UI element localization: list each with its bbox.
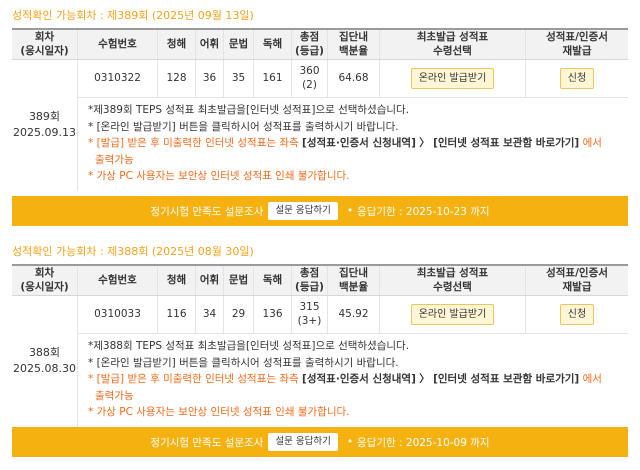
survey-deadline: 응답기한 : 2025-10-09 까지 [357, 436, 490, 449]
survey-bar: 정기시험 만족도 설문조사 설문 응답하기 • 응답기한 : 2025-10-2… [12, 196, 628, 226]
header-percentile: 집단내 백분율 [328, 30, 380, 59]
grammar-score: 29 [224, 296, 254, 333]
table-header-row: 회차 (응시일자) 수험번호 청해 어휘 문법 독해 총점 (등급) 집단내 백분율 … [12, 266, 628, 296]
notice-line: * [발급] 받은 후 미출력한 인터넷 성적표는 좌측 [성적표·인증서 신청… [88, 373, 602, 402]
section-title: 성적확인 가능회차 : 제388회 (2025년 08월 30일) [12, 245, 254, 258]
header-grammar: 문법 [224, 30, 254, 59]
round-date-cell: 389회 2025.09.13 [12, 60, 78, 191]
notice-list: *제388회 TEPS 성적표 최초발급을[인터넷 성적표]으로 선택하셨습니다… [78, 334, 628, 427]
round-number: 389회 [28, 110, 61, 124]
notice-line: *제389회 TEPS 성적표 최초발급을[인터넷 성적표]으로 선택하셨습니다… [88, 104, 410, 116]
issue-cell: 온라인 발급받기 [380, 296, 526, 333]
request-history-link[interactable]: [성적표·인증서 신청내역] [302, 373, 416, 385]
reissue-apply-button[interactable]: 신청 [559, 68, 595, 89]
header-reissue: 성적표/인증서 재발급 [546, 31, 608, 57]
score-table: 회차 (응시일자) 수험번호 청해 어휘 문법 독해 총점 (등급) 집단내 백분율 … [12, 264, 628, 427]
header-listening: 청해 [158, 30, 196, 59]
header-total: 총점 (등급) [292, 30, 328, 59]
header-grammar: 문법 [224, 266, 254, 295]
exam-no-value: 0310033 [78, 296, 158, 333]
total-score: 360 (2) [292, 60, 328, 97]
total-score: 315 (3+) [292, 296, 328, 333]
score-details: 0310033 116 34 29 136 315 (3+) 45.92 온라인 … [78, 296, 628, 427]
header-exam-no: 수험번호 [78, 266, 158, 295]
notice-list: *제389회 TEPS 성적표 최초발급을[인터넷 성적표]으로 선택하셨습니다… [78, 98, 628, 191]
exam-no-value: 0310322 [78, 60, 158, 97]
header-vocab: 어휘 [196, 266, 224, 295]
survey-label: 정기시험 만족도 설문조사 [150, 436, 264, 449]
survey-respond-button[interactable]: 설문 응답하기 [268, 433, 338, 451]
survey-respond-button[interactable]: 설문 응답하기 [268, 202, 338, 220]
notice-line: * 가상 PC 사용자는 보안상 인터넷 성적표 인쇄 불가합니다. [88, 406, 350, 418]
header-issue: 최초발급 성적표 수령선택 [380, 30, 526, 59]
issue-cell: 온라인 발급받기 [380, 60, 526, 97]
vocab-score: 36 [196, 60, 224, 97]
score-table: 회차 (응시일자) 수험번호 청해 어휘 문법 독해 총점 (등급) 집단내 백분율 … [12, 28, 628, 191]
exam-date: 2025.08.30 [13, 362, 76, 376]
reading-score: 136 [254, 296, 292, 333]
header-round: 회차 (응시일자) [12, 266, 78, 295]
score-row: 0310322 128 36 35 161 360 (2) 64.68 온라인 발… [78, 60, 628, 98]
notice-line: * 가상 PC 사용자는 보안상 인터넷 성적표 인쇄 불가합니다. [88, 170, 350, 182]
header-round: 회차 (응시일자) [12, 30, 78, 59]
reissue-apply-button[interactable]: 신청 [559, 304, 595, 325]
header-vocab: 어휘 [196, 30, 224, 59]
header-total: 총점 (등급) [292, 266, 328, 295]
exam-date: 2025.09.13 [13, 126, 76, 140]
listening-score: 128 [158, 60, 196, 97]
survey-bar: 정기시험 만족도 설문조사 설문 응답하기 • 응답기한 : 2025-10-0… [12, 427, 628, 457]
listening-score: 116 [158, 296, 196, 333]
grammar-score: 35 [224, 60, 254, 97]
score-details: 0310322 128 36 35 161 360 (2) 64.68 온라인 발… [78, 60, 628, 191]
table-body: 388회 2025.08.30 0310033 116 34 29 136 31… [12, 296, 628, 427]
percentile-value: 64.68 [328, 60, 380, 97]
header-listening: 청해 [158, 266, 196, 295]
header-issue: 최초발급 성적표 수령선택 [380, 266, 526, 295]
header-reissue: 성적표/인증서 재발급 [546, 267, 608, 293]
round-date-cell: 388회 2025.08.30 [12, 296, 78, 427]
header-reading: 독해 [254, 266, 292, 295]
percentile-value: 45.92 [328, 296, 380, 333]
survey-deadline: 응답기한 : 2025-10-23 까지 [357, 205, 490, 218]
request-history-link[interactable]: [성적표·인증서 신청내역] [302, 137, 416, 149]
reissue-cell: 신청 [526, 296, 628, 333]
section-title: 성적확인 가능회차 : 제389회 (2025년 09월 13일) [12, 9, 254, 22]
vocab-score: 34 [196, 296, 224, 333]
table-body: 389회 2025.09.13 0310322 128 36 35 161 36… [12, 60, 628, 191]
notice-line: * [온라인 발급받기] 버튼을 클릭하시어 성적표를 출력하시기 바랍니다. [88, 356, 399, 369]
notice-line: * [발급] 받은 후 미출력한 인터넷 성적표는 좌측 [성적표·인증서 신청… [88, 137, 602, 166]
notice-line: * [온라인 발급받기] 버튼을 클릭하시어 성적표를 출력하시기 바랍니다. [88, 120, 399, 133]
reading-score: 161 [254, 60, 292, 97]
online-issue-button[interactable]: 온라인 발급받기 [410, 304, 495, 325]
notice-line: *제388회 TEPS 성적표 최초발급을[인터넷 성적표]으로 선택하셨습니다… [88, 340, 410, 352]
round-number: 388회 [28, 346, 61, 360]
online-issue-button[interactable]: 온라인 발급받기 [410, 68, 495, 89]
table-header-row: 회차 (응시일자) 수험번호 청해 어휘 문법 독해 총점 (등급) 집단내 백분율 … [12, 30, 628, 60]
reissue-cell: 신청 [526, 60, 628, 97]
score-row: 0310033 116 34 29 136 315 (3+) 45.92 온라인 … [78, 296, 628, 334]
header-reading: 독해 [254, 30, 292, 59]
header-percentile: 집단내 백분율 [328, 266, 380, 295]
survey-label: 정기시험 만족도 설문조사 [150, 205, 264, 218]
score-archive-link[interactable]: [인터넷 성적표 보관함 바로가기] [433, 373, 579, 385]
header-exam-no: 수험번호 [78, 30, 158, 59]
score-archive-link[interactable]: [인터넷 성적표 보관함 바로가기] [433, 137, 579, 149]
